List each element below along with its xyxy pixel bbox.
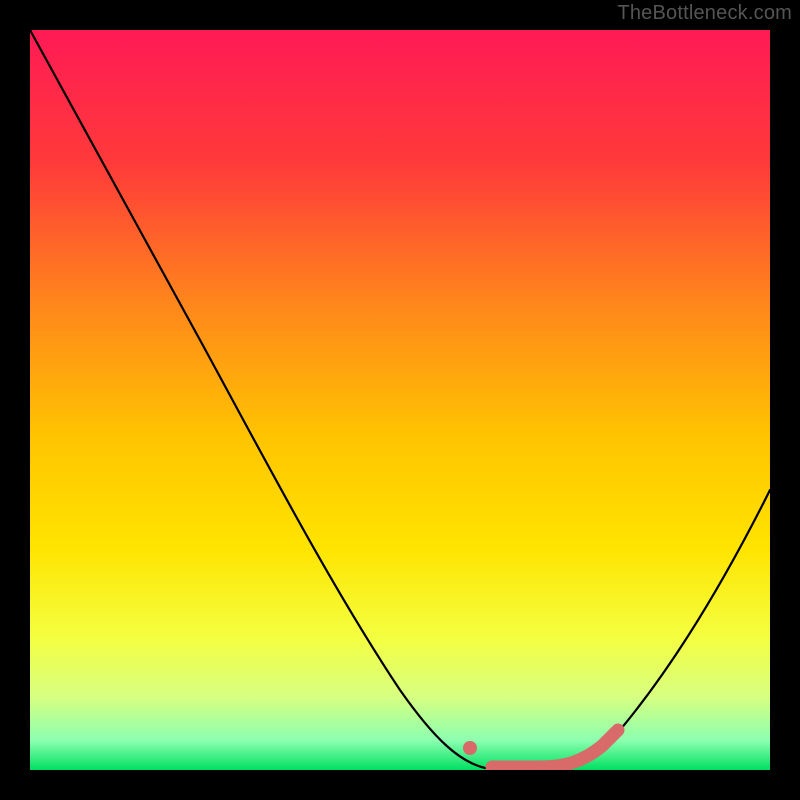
chart-svg	[30, 30, 770, 770]
watermark-text: TheBottleneck.com	[617, 2, 792, 25]
chart-frame: TheBottleneck.com	[0, 0, 800, 800]
highlight-dot	[463, 741, 477, 755]
plot-area	[30, 30, 770, 770]
gradient-background	[30, 30, 770, 770]
